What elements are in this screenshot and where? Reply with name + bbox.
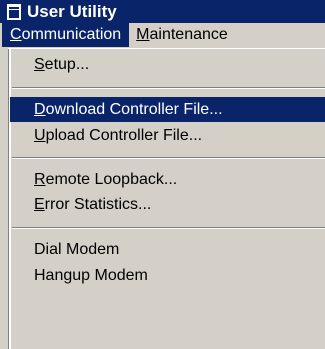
download-label: ownload Controller File... [45, 101, 223, 118]
hangup-label: Hangup Modem [34, 267, 148, 284]
menu-separator [12, 227, 325, 229]
menu-maintenance[interactable]: Maintenance [129, 24, 235, 46]
communication-dropdown: Setup... Download Controller File... Upl… [8, 48, 325, 349]
errors-label: rror Statistics... [44, 196, 152, 213]
menu-item-error-statistics[interactable]: Error Statistics... [10, 192, 325, 217]
menu-maintenance-accel: M [136, 26, 150, 43]
window-title: User Utility [27, 1, 117, 21]
title-bar: User Utility [0, 0, 325, 23]
menu-bar: Communication Maintenance [0, 23, 325, 47]
menu-communication[interactable]: Communication [2, 23, 130, 47]
menu-communication-label: ommunication [21, 26, 122, 43]
upload-label: pload Controller File... [45, 127, 203, 144]
menu-item-upload-controller-file[interactable]: Upload Controller File... [10, 123, 325, 148]
setup-accel: S [34, 56, 45, 73]
menu-separator [12, 87, 325, 89]
dial-label: Dial Modem [34, 241, 120, 258]
loopback-label: emote Loopback... [45, 171, 178, 188]
errors-accel: E [34, 196, 45, 213]
menu-separator [12, 157, 325, 159]
menu-item-setup[interactable]: Setup... [10, 52, 325, 77]
menu-item-remote-loopback[interactable]: Remote Loopback... [10, 167, 325, 192]
loopback-accel: R [34, 171, 46, 188]
menu-communication-accel: C [10, 26, 22, 43]
menu-item-download-controller-file[interactable]: Download Controller File... [10, 97, 325, 122]
setup-label: etup... [44, 56, 90, 73]
menu-maintenance-label: aintenance [149, 26, 228, 43]
menu-item-hangup-modem[interactable]: Hangup Modem [10, 263, 325, 288]
download-accel: D [34, 101, 46, 118]
upload-accel: U [34, 127, 46, 144]
menu-item-dial-modem[interactable]: Dial Modem [10, 237, 325, 262]
app-icon [7, 3, 21, 20]
